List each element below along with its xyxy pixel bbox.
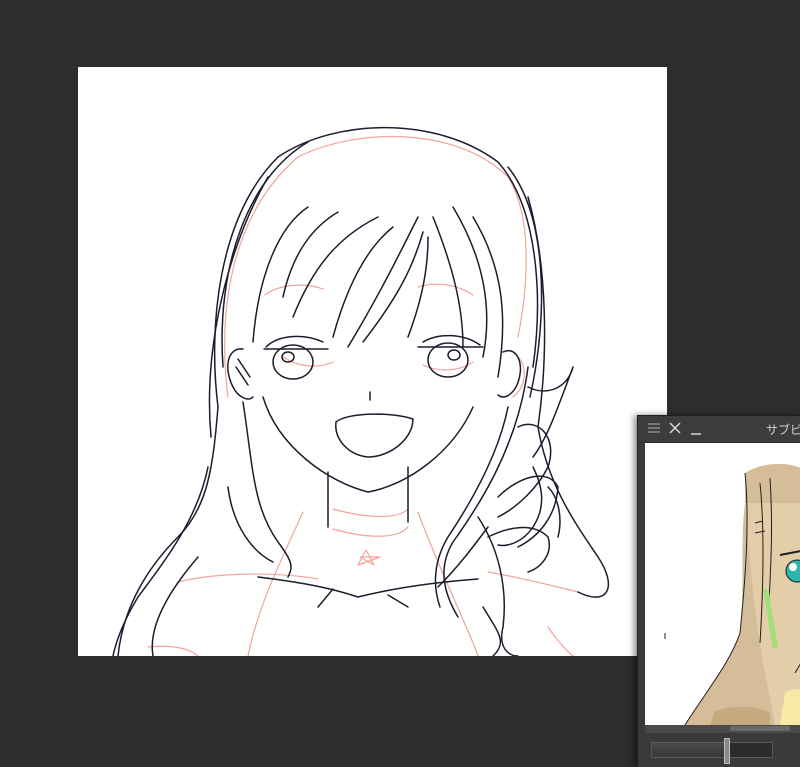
ink-layer	[112, 126, 609, 656]
close-icon[interactable]	[668, 420, 682, 439]
lineart-sketch	[112, 126, 609, 656]
reference-image	[664, 463, 800, 725]
sub-view-preview[interactable]	[645, 443, 800, 725]
scrollbar-thumb[interactable]	[730, 726, 790, 731]
minimize-icon[interactable]	[689, 420, 703, 439]
menu-icon[interactable]	[647, 420, 661, 439]
zoom-slider[interactable]	[651, 738, 773, 764]
sub-view-controls	[638, 733, 800, 767]
zoom-slider-fill	[652, 743, 726, 757]
sub-view-title: サブビ	[766, 423, 800, 437]
rough-layer	[147, 135, 579, 656]
sub-view-panel: サブビ	[637, 415, 800, 767]
sub-view-scrollbar[interactable]	[645, 725, 800, 733]
sub-view-titlebar[interactable]: サブビ	[638, 416, 800, 443]
drawing-canvas[interactable]	[78, 67, 667, 656]
zoom-slider-handle[interactable]	[724, 738, 730, 764]
